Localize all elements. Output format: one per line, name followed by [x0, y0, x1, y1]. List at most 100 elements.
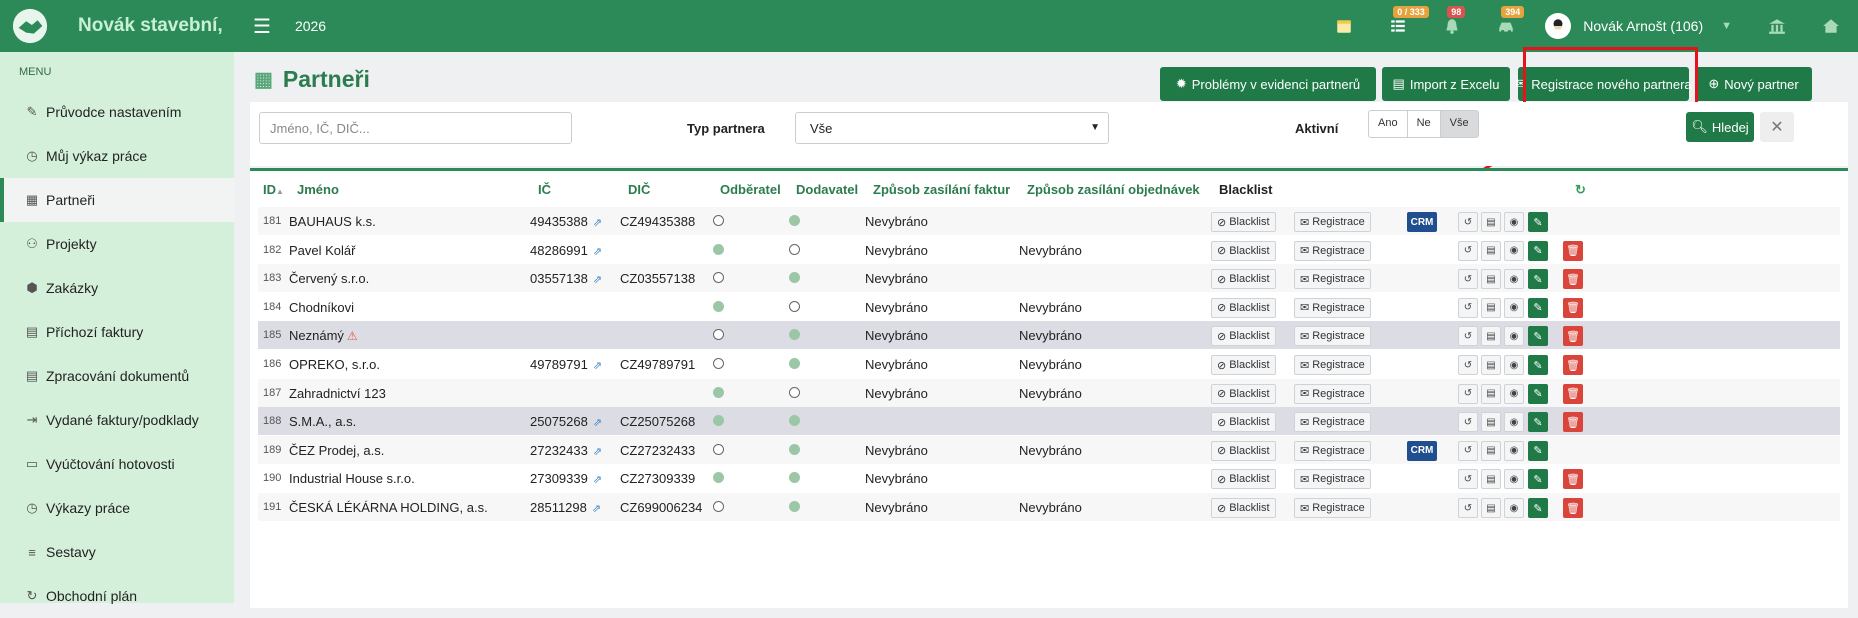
problems-button[interactable]: ✹ Problémy v evidenci partnerů [1160, 67, 1376, 101]
sidebar-item-projekty[interactable]: ⚇ Projekty [0, 222, 234, 266]
eye-icon[interactable]: ◉ [1504, 240, 1524, 261]
document-icon[interactable]: ▤ [1481, 297, 1501, 318]
car-icon[interactable]: 394 [1495, 6, 1525, 37]
registrace-button[interactable]: ✉ Registrace [1294, 469, 1371, 490]
sidebar-item-sestavy[interactable]: ≡ Sestavy [0, 530, 234, 574]
active-all-button[interactable]: Vše [1440, 111, 1478, 137]
row-name[interactable]: Chodníkovi [289, 300, 354, 315]
external-link-icon[interactable]: ⇗ [592, 503, 601, 515]
search-button[interactable]: 🔍︎ Hledej [1686, 112, 1754, 142]
document-icon[interactable]: ▤ [1481, 355, 1501, 375]
blacklist-button[interactable]: ⊘ Blacklist [1211, 498, 1276, 518]
hamburger-menu-icon[interactable]: ☰ [253, 14, 271, 39]
row-name[interactable]: Zahradnictví 123 [289, 386, 386, 401]
blacklist-button[interactable]: ⊘ Blacklist [1211, 440, 1276, 461]
edit-button[interactable]: ✎ [1528, 297, 1548, 318]
blacklist-button[interactable]: ⊘ Blacklist [1211, 240, 1276, 261]
edit-button[interactable]: ✎ [1528, 412, 1548, 433]
calendar-icon[interactable] [1333, 15, 1355, 37]
external-link-icon[interactable]: ⇗ [593, 474, 602, 486]
col-invoice-method[interactable]: Způsob zasílání faktur [873, 182, 1010, 197]
eye-icon[interactable]: ◉ [1504, 469, 1524, 490]
history-icon[interactable]: ↺ [1458, 469, 1478, 490]
sidebar-item-vydane-faktury[interactable]: ⇥ Vydané faktury/podklady [0, 398, 234, 442]
bank-icon[interactable] [1766, 15, 1788, 37]
col-customer[interactable]: Odběratel [720, 182, 781, 197]
external-link-icon[interactable]: ⇗ [593, 274, 602, 286]
registrace-button[interactable]: ✉ Registrace [1294, 240, 1371, 261]
crm-button[interactable]: CRM [1407, 212, 1437, 232]
eye-icon[interactable]: ◉ [1504, 498, 1524, 518]
edit-button[interactable]: ✎ [1528, 498, 1548, 518]
document-icon[interactable]: ▤ [1481, 440, 1501, 461]
sidebar-item-prichozi-faktury[interactable]: ▤ Příchozí faktury [0, 310, 234, 354]
table-row[interactable]: 188 S.M.A., a.s. 25075268 ⇗ CZ25075268 ⊘ Black… [258, 407, 1840, 436]
sidebar-item-partneri[interactable]: ▦ Partneři [0, 178, 234, 222]
table-row[interactable]: 190 Industrial House s.r.o. 27309339 ⇗ CZ273… [258, 464, 1840, 492]
clear-filter-button[interactable]: ✕ [1760, 112, 1794, 142]
blacklist-button[interactable]: ⊘ Blacklist [1211, 212, 1276, 232]
sidebar-item-obchodni-plan[interactable]: ↻ Obchodní plán [0, 574, 234, 618]
user-menu[interactable]: Novák Arnošt (106) [1545, 13, 1703, 39]
document-icon[interactable]: ▤ [1481, 498, 1501, 518]
history-icon[interactable]: ↺ [1458, 269, 1478, 290]
delete-button[interactable]: 🗑︎ [1563, 326, 1583, 347]
registrace-button[interactable]: ✉ Registrace [1294, 383, 1371, 404]
document-icon[interactable]: ▤ [1481, 269, 1501, 290]
col-supplier[interactable]: Dodavatel [796, 182, 858, 197]
sidebar-item-pruvodce[interactable]: ✎ Průvodce nastavením [0, 90, 234, 134]
blacklist-button[interactable]: ⊘ Blacklist [1211, 383, 1276, 404]
blacklist-button[interactable]: ⊘ Blacklist [1211, 269, 1276, 290]
table-row[interactable]: 185 Neznámý ⚠ Nevybráno Nevybráno ⊘ Blacklist ✉… [258, 321, 1840, 350]
eye-icon[interactable]: ◉ [1504, 269, 1524, 290]
edit-button[interactable]: ✎ [1528, 469, 1548, 490]
eye-icon[interactable]: ◉ [1504, 297, 1524, 318]
sidebar-item-vyuctovani[interactable]: ▭ Vyúčtování hotovosti [0, 442, 234, 486]
registrace-button[interactable]: ✉ Registrace [1294, 440, 1371, 461]
col-name[interactable]: Jméno [297, 182, 339, 197]
row-name[interactable]: ČESKÁ LÉKÁRNA HOLDING, a.s. [289, 500, 488, 515]
external-link-icon[interactable]: ⇗ [593, 246, 602, 258]
logo-icon[interactable] [0, 0, 60, 52]
registrace-button[interactable]: ✉ Registrace [1294, 297, 1371, 318]
eye-icon[interactable]: ◉ [1504, 212, 1524, 232]
blacklist-button[interactable]: ⊘ Blacklist [1211, 412, 1276, 433]
registrace-button[interactable]: ✉ Registrace [1294, 412, 1371, 433]
document-icon[interactable]: ▤ [1481, 412, 1501, 433]
row-name[interactable]: Červený s.r.o. [289, 271, 369, 286]
partner-type-select[interactable]: Vše ▼ [795, 112, 1109, 144]
table-row[interactable]: 183 Červený s.r.o. 03557138 ⇗ CZ03557138 Nevy… [258, 264, 1840, 293]
edit-button[interactable]: ✎ [1528, 383, 1548, 404]
table-row[interactable]: 191 ČESKÁ LÉKÁRNA HOLDING, a.s. 28511298 ⇗ C… [258, 493, 1840, 521]
delete-button[interactable]: 🗑︎ [1563, 355, 1583, 375]
tasks-icon[interactable]: 0 / 333 [1387, 6, 1429, 37]
history-icon[interactable]: ↺ [1458, 355, 1478, 375]
history-icon[interactable]: ↺ [1458, 440, 1478, 461]
registrace-button[interactable]: ✉ Registrace [1294, 498, 1371, 518]
sidebar-item-zpracovani[interactable]: ▤ Zpracování dokumentů [0, 354, 234, 398]
delete-button[interactable]: 🗑︎ [1563, 469, 1583, 490]
history-icon[interactable]: ↺ [1458, 212, 1478, 232]
history-icon[interactable]: ↺ [1458, 326, 1478, 347]
edit-button[interactable]: ✎ [1528, 269, 1548, 290]
col-ic[interactable]: IČ [538, 182, 551, 197]
table-row[interactable]: 186 OPREKO, s.r.o. 49789791 ⇗ CZ49789791 Nevy… [258, 350, 1840, 378]
blacklist-button[interactable]: ⊘ Blacklist [1211, 297, 1276, 318]
delete-button[interactable]: 🗑︎ [1563, 383, 1583, 404]
row-name[interactable]: Industrial House s.r.o. [289, 471, 415, 486]
edit-button[interactable]: ✎ [1528, 355, 1548, 375]
blacklist-button[interactable]: ⊘ Blacklist [1211, 326, 1276, 347]
external-link-icon[interactable]: ⇗ [593, 417, 602, 429]
import-excel-button[interactable]: ▤ Import z Excelu [1382, 67, 1510, 101]
active-no-button[interactable]: Ne [1408, 111, 1441, 137]
edit-button[interactable]: ✎ [1528, 240, 1548, 261]
row-name[interactable]: Pavel Kolář [289, 243, 355, 258]
refresh-icon[interactable]: ↻ [1575, 182, 1586, 198]
table-row[interactable]: 189 ČEZ Prodej, a.s. 27232433 ⇗ CZ27232433 Ne… [258, 435, 1840, 464]
edit-button[interactable]: ✎ [1528, 440, 1548, 461]
delete-button[interactable]: 🗑︎ [1563, 297, 1583, 318]
registrace-button[interactable]: ✉ Registrace [1294, 212, 1371, 232]
registrace-button[interactable]: ✉ Registrace [1294, 269, 1371, 290]
blacklist-button[interactable]: ⊘ Blacklist [1211, 469, 1276, 490]
delete-button[interactable]: 🗑︎ [1563, 240, 1583, 261]
